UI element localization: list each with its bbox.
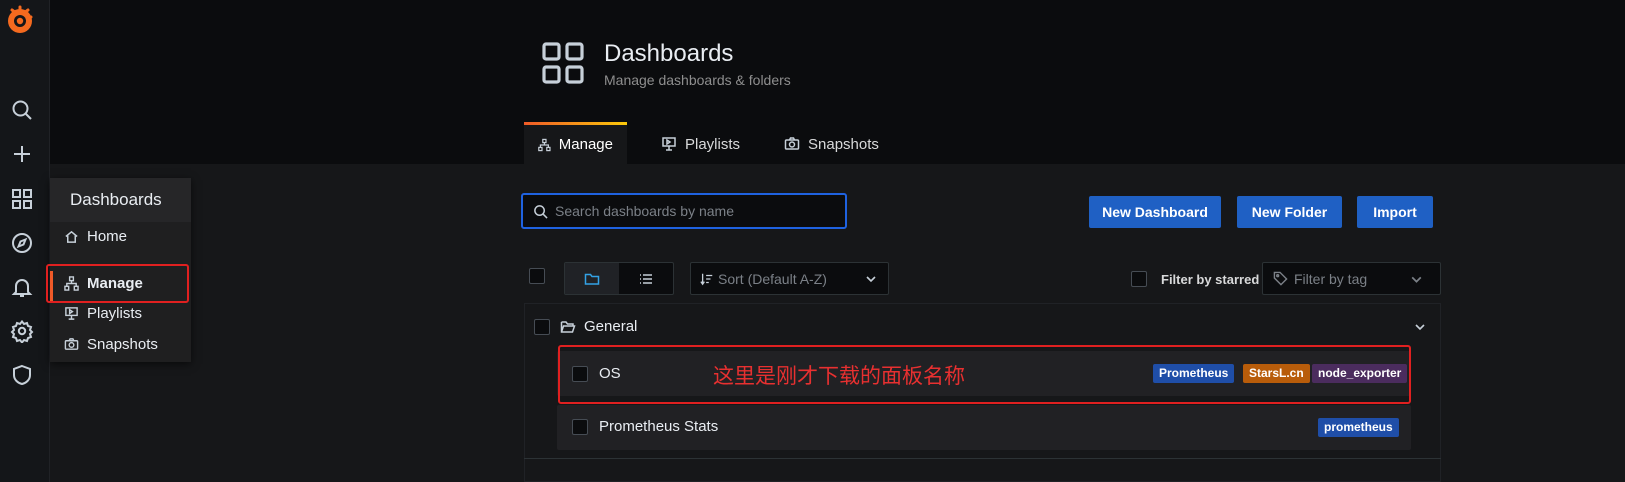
chevron-down-icon[interactable]: [1413, 320, 1427, 334]
flyout-item-label: Playlists: [87, 304, 143, 322]
manage-highlight-box: [46, 264, 189, 303]
tag-filter-select[interactable]: Filter by tag: [1262, 262, 1441, 295]
page-title: Dashboards: [604, 40, 734, 67]
grafana-logo-icon[interactable]: [4, 4, 36, 36]
dashboard-checkbox[interactable]: [572, 419, 588, 435]
filter-starred-label[interactable]: Filter by starred: [1161, 272, 1259, 287]
folder-view-button[interactable]: [565, 263, 619, 294]
tag-icon: [1273, 271, 1288, 286]
search-input[interactable]: Search dashboards by name: [521, 193, 847, 229]
plus-icon[interactable]: [10, 142, 34, 166]
dashboards-page-icon: [542, 42, 584, 84]
folder-name: General: [584, 318, 638, 335]
chevron-down-icon: [1411, 276, 1422, 283]
alerting-bell-icon[interactable]: [10, 275, 34, 299]
explore-icon[interactable]: [10, 231, 34, 255]
search-icon[interactable]: [10, 98, 34, 122]
folder-header-general[interactable]: General: [560, 318, 637, 335]
tab-label: Manage: [558, 136, 613, 153]
list-view-button[interactable]: [619, 263, 673, 294]
presentation-icon: [662, 137, 676, 151]
dashboards-icon[interactable]: [10, 187, 34, 211]
os-row-highlight-box: [558, 345, 1411, 404]
flyout-item-playlists[interactable]: Playlists: [64, 303, 142, 323]
flyout-item-label: Snapshots: [87, 335, 158, 353]
tab-label: Playlists: [685, 135, 741, 153]
tab-label: Snapshots: [808, 135, 879, 153]
import-button[interactable]: Import: [1357, 196, 1433, 228]
tab-manage[interactable]: Manage: [524, 122, 627, 164]
flyout-item-home[interactable]: Home: [64, 226, 127, 246]
side-nav-rail: [0, 0, 50, 482]
folder-icon: [584, 273, 600, 285]
camera-icon: [64, 337, 79, 350]
flyout-title[interactable]: Dashboards: [50, 178, 191, 222]
dashboard-row-prometheus-stats[interactable]: Prometheus Stats prometheus: [557, 405, 1411, 450]
home-icon: [65, 230, 78, 243]
page-subtitle: Manage dashboards & folders: [604, 72, 791, 88]
list-icon: [640, 273, 652, 284]
tag-prometheus[interactable]: prometheus: [1318, 418, 1399, 437]
new-folder-button[interactable]: New Folder: [1237, 196, 1342, 228]
tab-snapshots[interactable]: Snapshots: [770, 124, 893, 164]
chevron-down-icon: [866, 276, 876, 283]
settings-gear-icon[interactable]: [10, 319, 34, 345]
shield-icon[interactable]: [10, 363, 34, 387]
new-dashboard-button[interactable]: New Dashboard: [1089, 196, 1221, 228]
view-mode-toggle: [564, 262, 674, 295]
sort-amount-icon: [700, 273, 713, 285]
camera-icon: [784, 137, 800, 150]
sort-placeholder: Sort (Default A-Z): [718, 270, 827, 287]
dashboard-title[interactable]: Prometheus Stats: [599, 418, 718, 435]
folder-open-icon: [560, 320, 576, 333]
search-placeholder: Search dashboards by name: [555, 203, 734, 219]
flyout-item-snapshots[interactable]: Snapshots: [64, 334, 158, 354]
sitemap-icon: [538, 138, 551, 151]
flyout-item-label: Home: [87, 227, 128, 245]
select-all-checkbox[interactable]: [529, 268, 545, 284]
folder-checkbox[interactable]: [534, 319, 550, 335]
filter-starred-checkbox[interactable]: [1131, 271, 1147, 287]
presentation-icon: [65, 306, 78, 320]
results-divider: [524, 458, 1441, 459]
sort-select[interactable]: Sort (Default A-Z): [690, 262, 889, 295]
search-icon: [534, 204, 548, 219]
tag-filter-placeholder: Filter by tag: [1294, 270, 1368, 287]
tab-playlists[interactable]: Playlists: [647, 124, 754, 164]
